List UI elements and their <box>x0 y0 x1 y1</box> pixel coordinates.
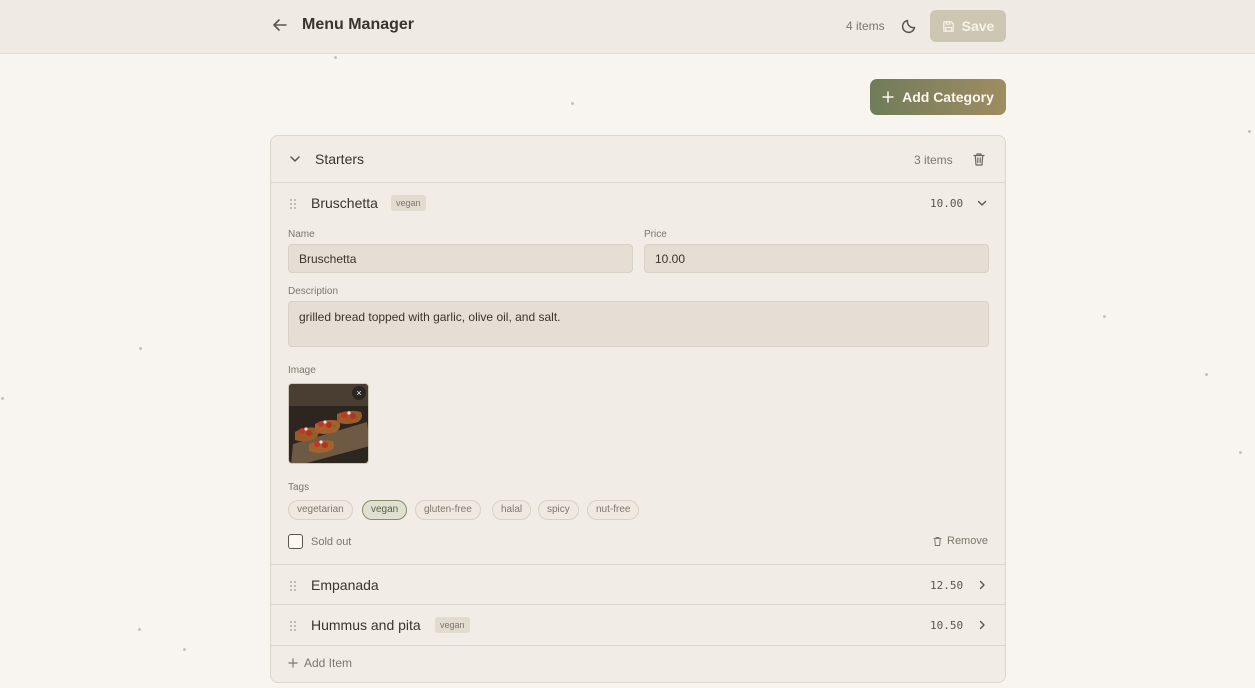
plus-icon <box>882 91 894 103</box>
chevron-right-icon[interactable] <box>976 579 988 591</box>
save-button-label: Save <box>961 18 995 34</box>
background-dot <box>1239 451 1242 454</box>
add-item-button[interactable]: Add Item <box>288 656 352 670</box>
description-field-label: Description <box>288 286 339 297</box>
add-category-button[interactable]: Add Category <box>870 79 1006 115</box>
background-dot <box>183 648 186 651</box>
total-item-count: 4 items <box>846 19 885 33</box>
menu-item-row[interactable]: Hummus and pita vegan 10.50 <box>271 605 1005 646</box>
tag-chip-gluten-free[interactable]: gluten-free <box>415 500 481 520</box>
moon-icon[interactable] <box>900 17 918 35</box>
add-item-label: Add Item <box>304 656 353 670</box>
plus-icon <box>288 658 298 668</box>
chevron-right-icon[interactable] <box>976 619 988 631</box>
menu-item-price: 12.50 <box>930 579 964 592</box>
background-dot <box>1205 373 1208 376</box>
remove-item-button[interactable]: Remove <box>932 535 988 547</box>
name-field-label: Name <box>288 229 315 240</box>
page-title: Menu Manager <box>302 16 415 33</box>
tag-chip-halal[interactable]: halal <box>492 500 532 520</box>
menu-item-name: Empanada <box>311 577 379 593</box>
floppy-disk-icon <box>942 20 954 32</box>
chevron-down-icon[interactable] <box>288 152 302 166</box>
remove-image-icon[interactable]: × <box>352 386 366 400</box>
background-dot <box>138 628 141 631</box>
drag-handle-icon[interactable] <box>289 198 297 210</box>
drag-handle-icon[interactable] <box>289 580 297 592</box>
name-input[interactable] <box>288 244 633 273</box>
app-header: Menu Manager 4 items Save <box>0 0 1255 54</box>
menu-item-name[interactable]: Bruschetta <box>311 195 378 211</box>
remove-item-label: Remove <box>947 535 988 547</box>
description-textarea[interactable]: grilled bread topped with garlic, olive … <box>288 301 989 347</box>
background-dot <box>1103 315 1106 318</box>
drag-handle-icon[interactable] <box>289 620 297 632</box>
sold-out-label: Sold out <box>311 536 352 548</box>
tag-chip-vegan[interactable]: vegan <box>362 500 408 520</box>
trash-icon <box>933 536 942 546</box>
background-dot <box>1248 130 1251 133</box>
back-arrow-icon[interactable] <box>270 15 290 35</box>
tag-chip-vegetarian[interactable]: vegetarian <box>288 500 353 520</box>
tag-chip-spicy[interactable]: spicy <box>538 500 579 520</box>
image-field-label: Image <box>288 365 316 376</box>
add-category-label: Add Category <box>902 89 994 105</box>
chevron-down-icon[interactable] <box>976 197 988 209</box>
category-header[interactable]: Starters 3 items <box>271 136 1005 183</box>
menu-item-price: 10.50 <box>930 619 964 632</box>
item-tag-badge: vegan <box>391 195 426 211</box>
background-dot <box>1 397 4 400</box>
category-name: Starters <box>315 151 365 167</box>
background-dot <box>334 56 337 59</box>
sold-out-checkbox[interactable] <box>288 534 303 549</box>
category-card: Starters 3 items Bruschetta vegan 10.00 … <box>270 135 1006 683</box>
background-dot <box>139 347 142 350</box>
tag-chip-nut-free[interactable]: nut-free <box>587 500 640 520</box>
category-item-count: 3 items <box>914 153 953 167</box>
price-field-label: Price <box>644 229 667 240</box>
trash-icon[interactable] <box>972 152 986 167</box>
price-input[interactable] <box>644 244 989 273</box>
item-tag-badge: vegan <box>435 617 470 633</box>
background-dot <box>571 102 574 105</box>
menu-item-price: 10.00 <box>930 197 964 210</box>
menu-item-row[interactable]: Empanada 12.50 <box>271 564 1005 605</box>
save-button[interactable]: Save <box>930 10 1006 42</box>
tags-field-label: Tags <box>288 482 310 493</box>
menu-item-name: Hummus and pita <box>311 617 421 633</box>
